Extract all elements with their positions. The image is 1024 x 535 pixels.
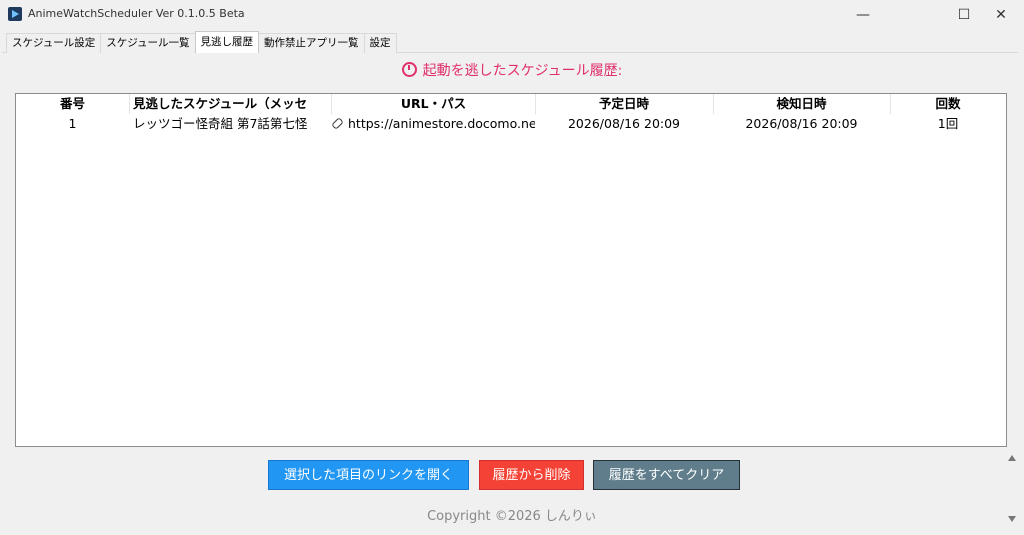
tab-settings[interactable]: 設定 <box>363 33 397 53</box>
tab-blocked-apps[interactable]: 動作禁止アプリ一覧 <box>258 33 365 53</box>
app-icon <box>8 7 22 21</box>
column-header-scheduled-time[interactable]: 予定日時 <box>535 94 714 114</box>
title-bar: AnimeWatchScheduler Ver 0.1.0.5 Beta — ☐… <box>0 0 1024 30</box>
clear-history-button[interactable]: 履歴をすべてクリア <box>593 460 740 490</box>
cell-url-text: https://animestore.docomo.ne.jp <box>348 116 535 131</box>
column-header-count[interactable]: 回数 <box>890 94 1006 114</box>
delete-history-button[interactable]: 履歴から削除 <box>479 460 584 490</box>
scroll-up-arrow-icon[interactable] <box>1008 455 1016 461</box>
cell-count: 1回 <box>937 116 959 131</box>
copyright-text: Copyright ©2026 しんりぃ <box>427 509 597 524</box>
table-row[interactable]: 1 レッツゴー怪奇組 第7話第七怪 https://animestore.doc… <box>16 114 1006 134</box>
link-icon <box>332 117 344 130</box>
column-header-detected-time[interactable]: 検知日時 <box>713 94 891 114</box>
open-link-button[interactable]: 選択した項目のリンクを開く <box>268 460 469 490</box>
alarm-clock-icon <box>401 62 417 77</box>
window-title: AnimeWatchScheduler Ver 0.1.0.5 Beta <box>28 7 245 20</box>
cell-detected-time: 2026/08/16 20:09 <box>745 116 858 131</box>
cell-number: 1 <box>68 116 77 131</box>
cell-scheduled-time: 2026/08/16 20:09 <box>567 116 681 131</box>
history-table[interactable]: 番号 見逃したスケジュール（メッセ URL・パス 予定日時 検知日時 回数 1 … <box>15 93 1007 447</box>
cell-schedule: レッツゴー怪奇組 第7話第七怪 <box>133 116 308 131</box>
column-header-number[interactable]: 番号 <box>16 94 130 114</box>
scroll-down-arrow-icon[interactable] <box>1008 516 1016 522</box>
cell-url: https://animestore.docomo.ne.jp <box>332 114 535 134</box>
column-header-schedule[interactable]: 見逃したスケジュール（メッセ <box>129 94 332 114</box>
heading-text: 起動を逃したスケジュール履歴: <box>422 63 623 79</box>
tab-missed-history[interactable]: 見逃し履歴 <box>194 31 260 53</box>
column-header-url[interactable]: URL・パス <box>332 94 536 114</box>
close-button[interactable]: ✕ <box>978 0 1024 30</box>
tab-schedule-settings[interactable]: スケジュール設定 <box>6 33 102 53</box>
table-header: 番号 見逃したスケジュール（メッセ URL・パス 予定日時 検知日時 回数 <box>16 94 1006 114</box>
tab-schedule-list[interactable]: スケジュール一覧 <box>100 33 196 53</box>
page-heading: 起動を逃したスケジュール履歴: <box>0 60 1024 80</box>
tab-strip: スケジュール設定 スケジュール一覧 見逃し履歴 動作禁止アプリ一覧 設定 <box>6 31 397 53</box>
minimize-button[interactable]: — <box>840 0 886 30</box>
